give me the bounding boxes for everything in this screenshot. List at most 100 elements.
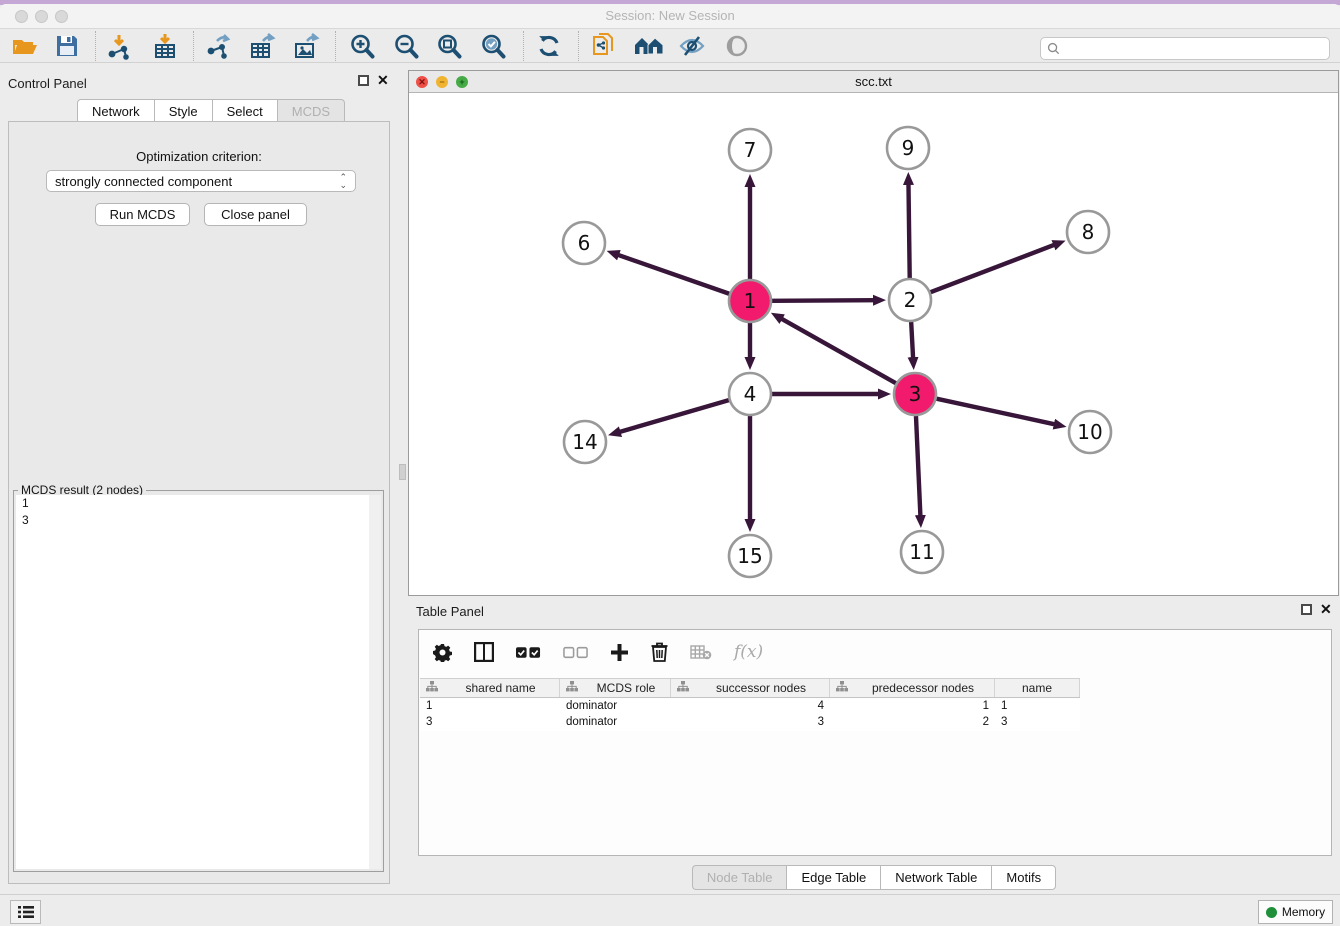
table-row[interactable]: 1dominator411 bbox=[420, 699, 1080, 715]
graph-edge-3-10[interactable] bbox=[936, 399, 1055, 425]
import-table-button[interactable] bbox=[150, 32, 180, 60]
network-canvas[interactable]: 1234678910111415 bbox=[409, 93, 1338, 595]
control-panel-title: Control Panel bbox=[8, 76, 87, 91]
column-header-name[interactable]: name bbox=[995, 679, 1080, 697]
hide-style-button[interactable] bbox=[677, 32, 707, 60]
tab-motifs[interactable]: Motifs bbox=[991, 865, 1056, 890]
float-panel-icon[interactable] bbox=[358, 75, 369, 86]
graph-edge-2-3[interactable] bbox=[911, 322, 913, 359]
tree-icon bbox=[671, 681, 693, 695]
table-cell: 3 bbox=[995, 715, 1080, 731]
result-scrollbar[interactable] bbox=[369, 495, 381, 869]
search-input[interactable] bbox=[1064, 42, 1329, 56]
copy-network-button[interactable] bbox=[589, 32, 619, 60]
table-tabs: Node TableEdge TableNetwork TableMotifs bbox=[408, 865, 1340, 890]
graph-node-label-1: 1 bbox=[744, 289, 757, 313]
deselect-all-button[interactable] bbox=[563, 646, 588, 659]
app-window: Session: New Session Control Panel ✕ bbox=[0, 0, 1340, 926]
vertical-split-handle[interactable] bbox=[399, 464, 406, 480]
node-table-container: f(x) shared nameMCDS role successor nodes… bbox=[418, 629, 1332, 856]
tree-icon bbox=[420, 681, 442, 695]
column-header-shared-name[interactable]: shared name bbox=[420, 679, 560, 697]
memory-status-icon bbox=[1266, 907, 1277, 918]
memory-button[interactable]: Memory bbox=[1258, 900, 1333, 924]
run-mcds-button[interactable]: Run MCDS bbox=[95, 203, 190, 226]
table-cell: 2 bbox=[830, 715, 995, 731]
tab-edge-table[interactable]: Edge Table bbox=[786, 865, 880, 890]
status-bar: Memory bbox=[0, 894, 1340, 926]
optimization-criterion-label: Optimization criterion: bbox=[9, 149, 389, 164]
mcds-result-list[interactable]: 13 bbox=[16, 495, 369, 869]
column-header-successor-nodes[interactable]: successor nodes bbox=[671, 679, 830, 697]
table-cell: 1 bbox=[420, 699, 560, 715]
select-all-button[interactable] bbox=[516, 646, 541, 659]
graph-edge-1-6[interactable] bbox=[617, 255, 729, 294]
graph-node-label-10: 10 bbox=[1077, 420, 1102, 444]
network-window-titlebar: ✕ − + scc.txt bbox=[409, 71, 1338, 93]
graph-edge-2-8[interactable] bbox=[931, 244, 1056, 292]
export-table-button[interactable] bbox=[247, 32, 277, 60]
search-field[interactable] bbox=[1040, 37, 1330, 60]
column-header-label: predecessor nodes bbox=[852, 681, 994, 695]
graph-node-label-8: 8 bbox=[1082, 220, 1095, 244]
export-table-icon bbox=[249, 33, 276, 60]
folder-icon bbox=[12, 33, 38, 59]
import-network-button[interactable] bbox=[104, 32, 134, 60]
import-network-icon bbox=[106, 33, 133, 60]
main-toolbar bbox=[0, 29, 1340, 63]
close-table-panel-icon[interactable]: ✕ bbox=[1320, 604, 1332, 615]
function-builder-icon: f(x) bbox=[734, 642, 763, 662]
trash-button[interactable] bbox=[651, 642, 668, 662]
graph-node-label-4: 4 bbox=[744, 382, 757, 406]
column-header-label: successor nodes bbox=[693, 681, 829, 695]
graph-node-label-3: 3 bbox=[909, 382, 922, 406]
table-panel-title: Table Panel bbox=[416, 604, 484, 619]
refresh-icon bbox=[536, 33, 562, 59]
task-history-button[interactable] bbox=[10, 900, 41, 924]
column-header-label: name bbox=[995, 681, 1079, 695]
graph-node-label-11: 11 bbox=[909, 540, 934, 564]
zoom-in-button[interactable] bbox=[347, 32, 377, 60]
zoom-fit-button[interactable] bbox=[434, 32, 464, 60]
graph-node-label-6: 6 bbox=[578, 231, 591, 255]
graph-edge-2-9[interactable] bbox=[908, 183, 909, 278]
close-panel-icon[interactable]: ✕ bbox=[377, 75, 389, 86]
gear-button[interactable] bbox=[433, 643, 452, 662]
export-image-button[interactable] bbox=[291, 32, 321, 60]
plus-button[interactable] bbox=[610, 643, 629, 662]
column-layout-button[interactable] bbox=[474, 642, 494, 662]
search-icon bbox=[1047, 42, 1060, 55]
tab-node-table[interactable]: Node Table bbox=[692, 865, 787, 890]
column-layout-icon bbox=[474, 642, 494, 662]
save-session-button[interactable] bbox=[52, 32, 82, 60]
show-graphics-button[interactable] bbox=[722, 32, 752, 60]
zoom-selected-button[interactable] bbox=[478, 32, 508, 60]
close-panel-button[interactable]: Close panel bbox=[204, 203, 307, 226]
mcds-result-line: 1 bbox=[16, 495, 369, 512]
export-network-button[interactable] bbox=[203, 32, 233, 60]
deselect-all-icon bbox=[563, 646, 588, 659]
table-cell: 4 bbox=[671, 699, 830, 715]
home-button[interactable] bbox=[634, 32, 664, 60]
refresh-button[interactable] bbox=[534, 32, 564, 60]
delete-table-button bbox=[690, 644, 712, 660]
graph-edge-1-2[interactable] bbox=[772, 300, 875, 301]
graph-node-label-9: 9 bbox=[902, 136, 915, 160]
graph-edge-3-1[interactable] bbox=[780, 318, 895, 383]
column-header-predecessor-nodes[interactable]: predecessor nodes bbox=[830, 679, 995, 697]
table-row[interactable]: 3dominator323 bbox=[420, 715, 1080, 731]
optimization-criterion-select[interactable]: strongly connected component ⌃⌄ bbox=[46, 170, 356, 192]
zoom-out-button[interactable] bbox=[391, 32, 421, 60]
plus-icon bbox=[610, 643, 629, 662]
column-header-label: shared name bbox=[442, 681, 559, 695]
graph-edge-4-14[interactable] bbox=[619, 400, 729, 432]
network-view-window: ✕ − + scc.txt 1234678910111415 bbox=[408, 70, 1339, 596]
graph-edge-3-11[interactable] bbox=[916, 416, 920, 517]
eye-gray-icon bbox=[725, 34, 749, 58]
graph-node-label-14: 14 bbox=[572, 430, 597, 454]
tab-network-table[interactable]: Network Table bbox=[880, 865, 991, 890]
mcds-tab-content: Optimization criterion: strongly connect… bbox=[8, 121, 390, 884]
open-session-button[interactable] bbox=[10, 32, 40, 60]
column-header-MCDS-role[interactable]: MCDS role bbox=[560, 679, 671, 697]
float-table-panel-icon[interactable] bbox=[1301, 604, 1312, 615]
